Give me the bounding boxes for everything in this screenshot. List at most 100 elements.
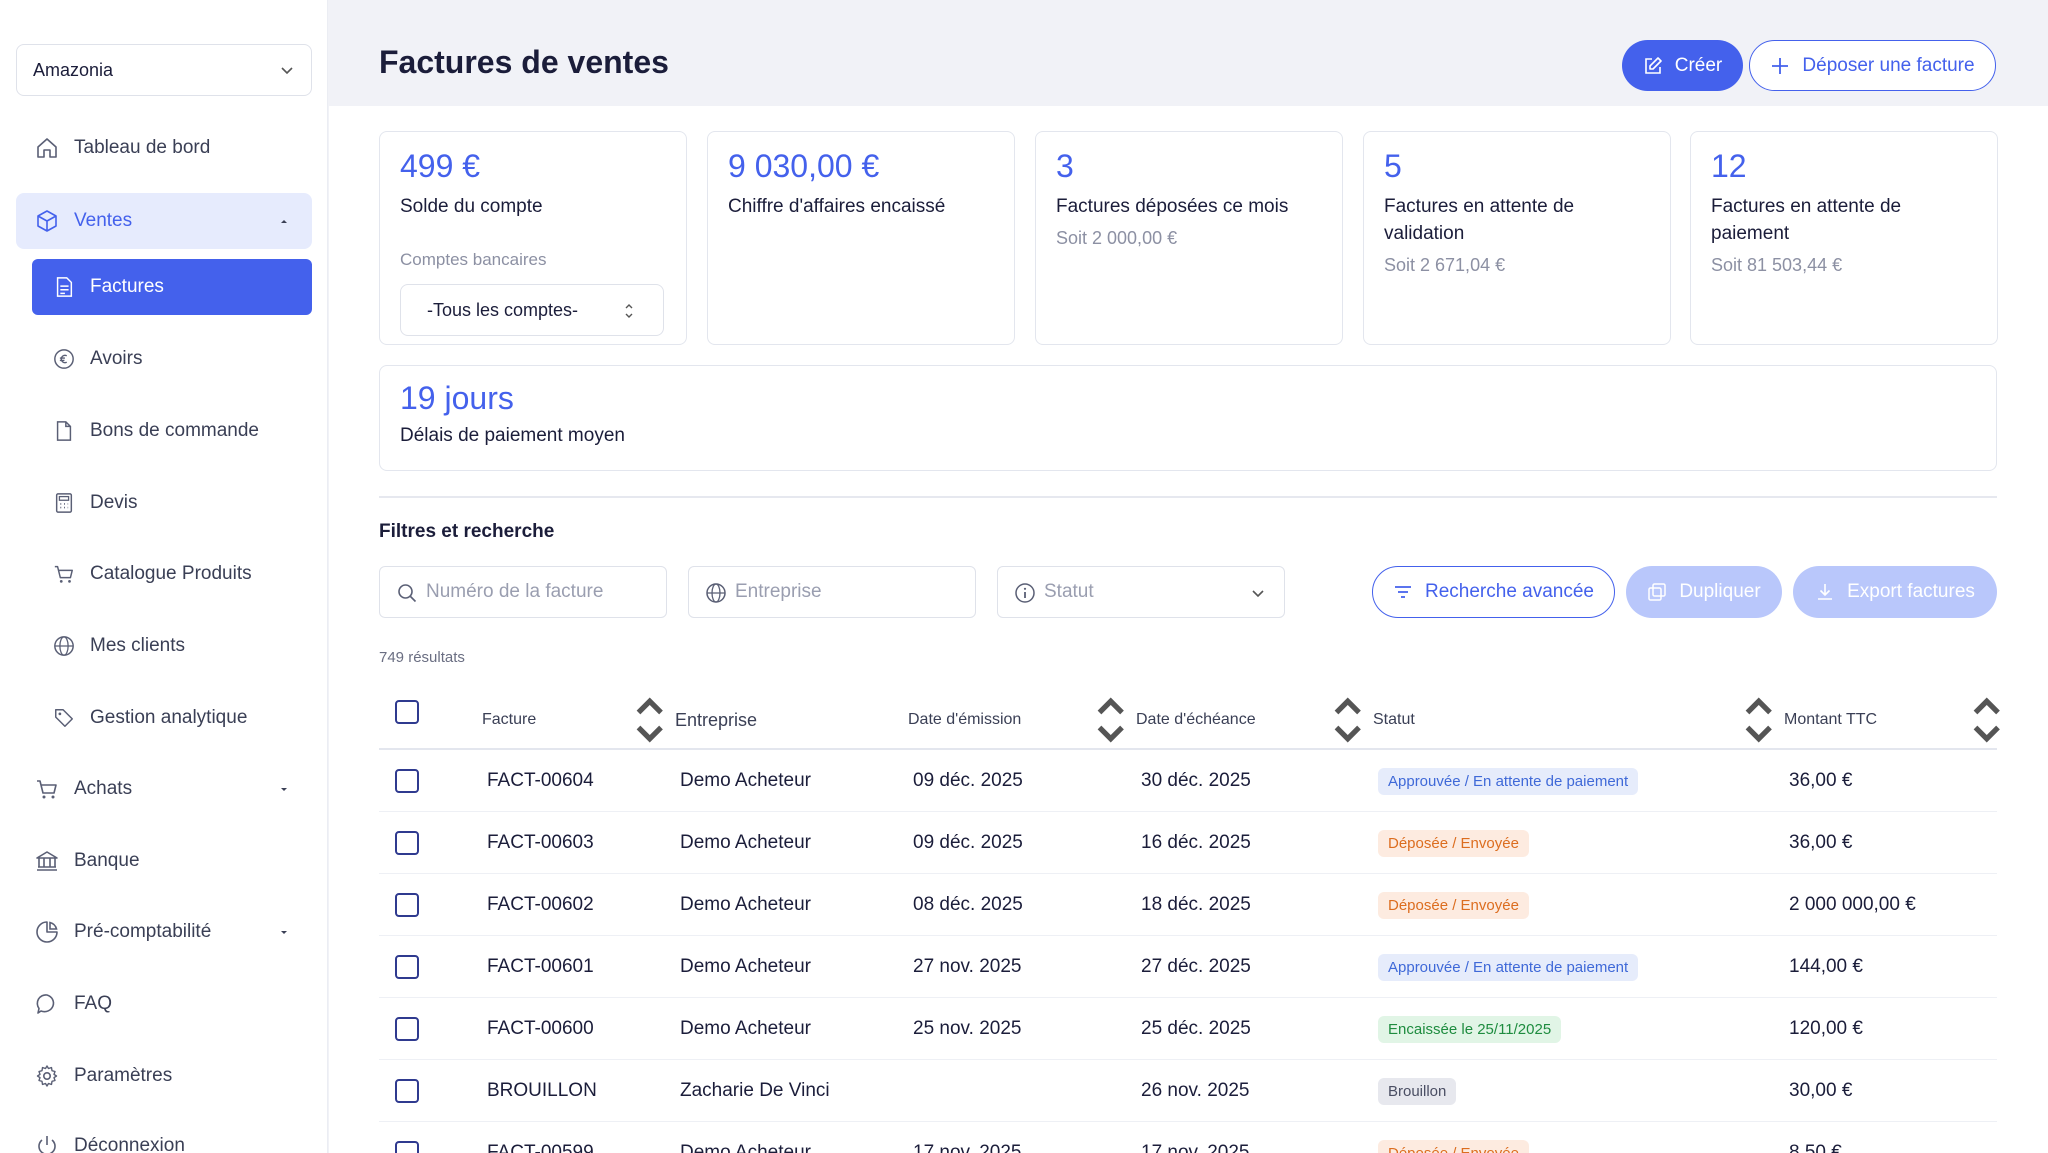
sidebar-item-invoices[interactable]: Factures	[32, 259, 312, 315]
column-header-amount[interactable]: Montant TTC	[1784, 690, 1877, 750]
sidebar-item-clients[interactable]: Mes clients	[32, 618, 312, 674]
row-checkbox[interactable]	[395, 1017, 419, 1041]
create-button[interactable]: Créer	[1622, 40, 1743, 91]
cell-invoice[interactable]: FACT-00601	[487, 936, 594, 998]
export-invoices-button[interactable]: Export factures	[1793, 566, 1997, 618]
column-header-company[interactable]: Entreprise	[675, 690, 757, 750]
kpi-value: 499 €	[400, 148, 481, 184]
sidebar-item-label: Avoirs	[90, 348, 143, 369]
cart-icon	[34, 776, 60, 802]
column-label: Date d'échéance	[1136, 711, 1256, 728]
row-checkbox[interactable]	[395, 831, 419, 855]
table-row[interactable]: FACT-00602 Demo Acheteur 08 déc. 2025 18…	[379, 874, 1997, 936]
caret-up-icon	[281, 220, 287, 223]
sidebar-item-analytics[interactable]: Gestion analytique	[32, 690, 312, 746]
sidebar-item-label: Factures	[90, 276, 164, 297]
column-header-due-date[interactable]: Date d'échéance	[1136, 690, 1256, 750]
status-badge: Déposée / Envoyée	[1378, 1139, 1529, 1153]
cell-amount: 144,00 €	[1789, 956, 1863, 977]
pie-icon	[34, 919, 60, 945]
sort-icon[interactable]	[1329, 690, 1367, 750]
chevron-down-icon	[281, 67, 293, 75]
euro-icon	[52, 347, 76, 371]
sidebar-item-dashboard[interactable]: Tableau de bord	[16, 120, 312, 176]
advanced-search-button[interactable]: Recherche avancée	[1372, 566, 1615, 618]
table-row[interactable]: FACT-00604 Demo Acheteur 09 déc. 2025 30…	[379, 750, 1997, 812]
tag-icon	[52, 706, 76, 730]
row-checkbox[interactable]	[395, 955, 419, 979]
status-select[interactable]: Statut	[997, 566, 1285, 618]
sidebar-item-pre-accounting[interactable]: Pré-comptabilité	[16, 904, 312, 960]
cell-issue-date: 27 nov. 2025	[913, 956, 1022, 977]
plus-icon	[1772, 57, 1789, 74]
column-header-issue-date[interactable]: Date d'émission	[908, 690, 1021, 750]
sidebar-item-faq[interactable]: FAQ	[16, 976, 312, 1032]
company-select[interactable]: Amazonia	[16, 44, 312, 96]
results-count: 749 résultats	[379, 649, 465, 666]
cell-issue-date: 09 déc. 2025	[913, 770, 1023, 791]
home-icon	[34, 135, 60, 161]
sidebar-item-label: Catalogue Produits	[90, 563, 252, 584]
duplicate-button[interactable]: Dupliquer	[1626, 566, 1782, 618]
row-checkbox[interactable]	[395, 893, 419, 917]
cell-invoice[interactable]: FACT-00603	[487, 812, 594, 874]
cell-issue-date: 25 nov. 2025	[913, 1018, 1022, 1039]
cell-company: Zacharie De Vinci	[680, 1080, 830, 1101]
cell-invoice[interactable]: BROUILLON	[487, 1060, 597, 1122]
kpi-account-balance: 499 € Solde du compte Comptes bancaires …	[379, 131, 687, 345]
column-header-status[interactable]: Statut	[1373, 690, 1415, 750]
company-placeholder: Entreprise	[735, 581, 822, 602]
sort-icon[interactable]	[1968, 690, 2006, 750]
table-row[interactable]: FACT-00603 Demo Acheteur 09 déc. 2025 16…	[379, 812, 1997, 874]
download-icon	[1818, 584, 1833, 600]
bank-account-select-value: -Tous les comptes-	[427, 299, 579, 320]
sidebar-item-label: FAQ	[74, 993, 113, 1014]
sidebar-item-settings[interactable]: Paramètres	[16, 1048, 312, 1104]
cell-invoice[interactable]: FACT-00600	[487, 998, 594, 1060]
table-row[interactable]: BROUILLON Zacharie De Vinci 26 nov. 2025…	[379, 1060, 1997, 1122]
table-row[interactable]: FACT-00599 Demo Acheteur 17 nov. 2025 17…	[379, 1122, 1997, 1153]
sidebar-item-purchase-orders[interactable]: Bons de commande	[32, 403, 312, 459]
sidebar-item-credits[interactable]: Avoirs	[32, 331, 312, 387]
sidebar-item-logout[interactable]: Déconnexion	[16, 1118, 312, 1153]
cell-invoice[interactable]: FACT-00602	[487, 874, 594, 936]
sidebar-item-catalog[interactable]: Catalogue Produits	[32, 546, 312, 602]
invoice-number-search-input[interactable]: Numéro de la facture	[379, 566, 667, 618]
sidebar-item-label: Gestion analytique	[90, 707, 248, 728]
copy-icon	[1648, 583, 1667, 601]
bank-account-select[interactable]: -Tous les comptes-	[400, 284, 664, 336]
upload-invoice-button[interactable]: Déposer une facture	[1749, 40, 1996, 91]
file-icon	[52, 419, 76, 443]
kpi-value: 3	[1056, 148, 1074, 184]
table-row[interactable]: FACT-00601 Demo Acheteur 27 nov. 2025 27…	[379, 936, 1997, 998]
row-checkbox[interactable]	[395, 769, 419, 793]
select-all-checkbox[interactable]	[395, 700, 419, 724]
sidebar-item-quotes[interactable]: Devis	[32, 475, 312, 531]
kpi-deposited-month: 3 Factures déposées ce mois Soit 2 000,0…	[1035, 131, 1343, 345]
sidebar-item-bank[interactable]: Banque	[16, 833, 312, 889]
cell-company: Demo Acheteur	[680, 1142, 811, 1153]
sidebar-item-sales[interactable]: Ventes	[16, 193, 312, 249]
sort-icon[interactable]	[1740, 690, 1778, 750]
company-search-input[interactable]: Entreprise	[688, 566, 976, 618]
row-checkbox[interactable]	[395, 1141, 419, 1153]
sidebar-item-label: Ventes	[74, 210, 133, 231]
table-row[interactable]: FACT-00600 Demo Acheteur 25 nov. 2025 25…	[379, 998, 1997, 1060]
sort-icon[interactable]	[1092, 690, 1130, 750]
column-header-invoice[interactable]: Facture	[482, 690, 536, 750]
sort-icon[interactable]	[631, 690, 669, 750]
kpi-sub: Soit 2 000,00 €	[1056, 228, 1178, 248]
column-label: Montant TTC	[1784, 711, 1878, 728]
column-label: Entreprise	[675, 709, 758, 730]
cell-due-date: 17 nov. 2025	[1141, 1142, 1250, 1153]
power-icon	[34, 1133, 60, 1153]
cell-issue-date: 17 nov. 2025	[913, 1142, 1022, 1153]
cell-invoice[interactable]: FACT-00604	[487, 750, 594, 812]
cell-company: Demo Acheteur	[680, 770, 811, 791]
sidebar-item-purchases[interactable]: Achats	[16, 761, 312, 817]
sidebar-item-label: Déconnexion	[74, 1135, 185, 1153]
cell-invoice[interactable]: FACT-00599	[487, 1122, 594, 1153]
row-checkbox[interactable]	[395, 1079, 419, 1103]
kpi-value: 12	[1711, 148, 1747, 184]
kpi-value: 5	[1384, 148, 1402, 184]
